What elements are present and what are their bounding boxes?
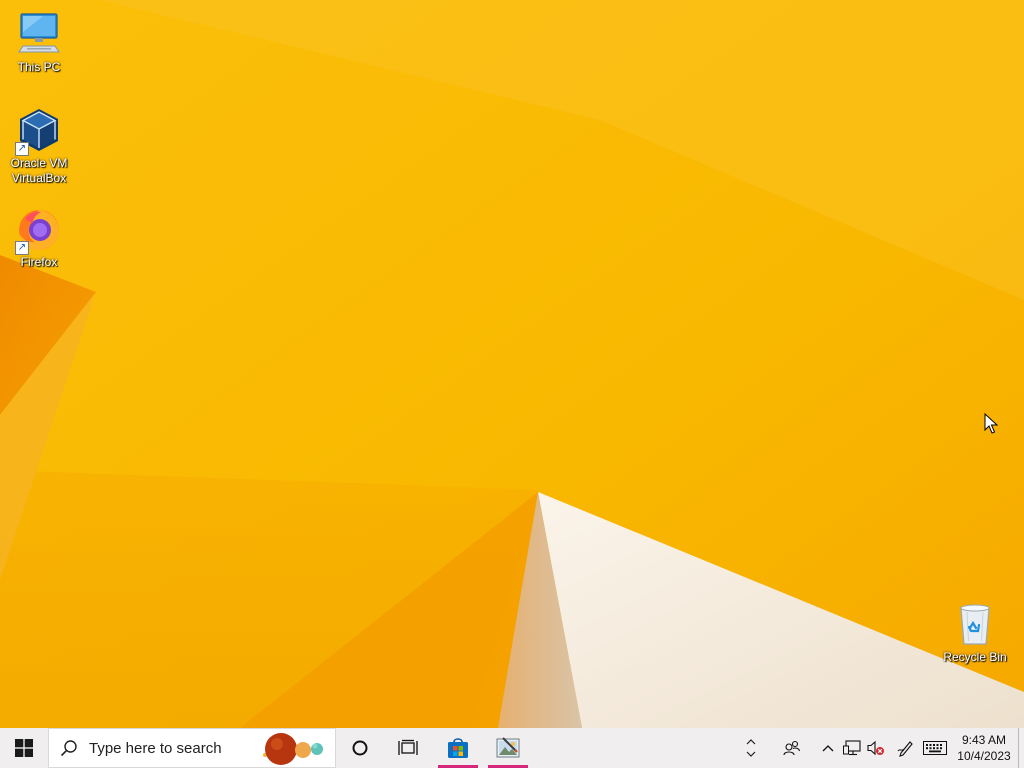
desktop-icon-this-pc[interactable]: This PC [1,10,77,75]
desktop-icon-label: Recycle Bin [943,650,1007,664]
network-icon [843,740,861,756]
chevron-down-icon [746,751,756,757]
task-view-button[interactable] [384,728,432,768]
volume-muted-icon [867,740,884,756]
people-icon [783,740,801,756]
clock-time: 9:43 AM [961,733,1007,747]
store-icon [448,738,468,758]
show-hidden-icons-button[interactable] [816,728,840,768]
desktop-icon-label: Firefox [20,255,58,269]
touch-keyboard-icon [923,741,947,755]
people-button[interactable] [780,728,804,768]
desktop-icon-firefox[interactable]: ↗ Firefox [1,205,77,270]
wallpaper-art [0,0,1024,728]
cortana-button[interactable] [336,728,384,768]
shortcut-arrow-icon: ↗ [15,241,29,255]
volume-button[interactable] [864,728,888,768]
this-pc-icon [15,10,63,58]
task-view-icon [398,739,418,755]
show-hidden-icons-chevron-icon [822,745,834,752]
recycle-bin-icon [951,600,999,648]
desktop-icon-recycle-bin[interactable]: Recycle Bin [937,600,1013,665]
search-placeholder: Type here to search [89,739,222,757]
desktop-icon-label: Oracle VM VirtualBox [10,156,68,185]
desktop-wallpaper [0,0,1024,728]
clock-date: 10/4/2023 [957,749,1011,763]
start-button[interactable] [0,728,48,768]
pen-ink-icon [897,741,913,757]
cortana-circle-icon [352,740,368,756]
taskbar-search-box[interactable]: Type here to search [48,728,336,768]
desktop-icon-virtualbox[interactable]: ↗ Oracle VM VirtualBox [1,106,77,186]
windows-logo-icon [15,739,33,757]
network-button[interactable] [840,728,864,768]
mouse-cursor-icon [984,413,998,434]
firefox-icon: ↗ [15,205,63,255]
touch-keyboard-button[interactable] [918,728,952,768]
taskbar-spacer [532,728,742,768]
taskbar: Type here to search 9:43 AM 10/4/2023 [0,728,1024,768]
windows-ink-button[interactable] [894,728,918,768]
desktop-icon-label: This PC [17,60,61,74]
virtualbox-icon: ↗ [15,106,63,156]
taskbar-scroll-arrows[interactable] [742,728,760,768]
shortcut-arrow-icon: ↗ [15,142,29,156]
taskbar-app-store[interactable] [434,728,482,768]
system-tray: 9:43 AM 10/4/2023 [742,728,1024,768]
search-icon [49,739,89,757]
show-desktop-button[interactable] [1018,728,1024,768]
taskbar-app-paint[interactable] [484,728,532,768]
search-highlight-planets-icon [263,733,323,765]
chevron-up-icon [746,739,756,745]
taskbar-clock[interactable]: 9:43 AM 10/4/2023 [952,728,1016,768]
paint-icon [496,737,520,758]
